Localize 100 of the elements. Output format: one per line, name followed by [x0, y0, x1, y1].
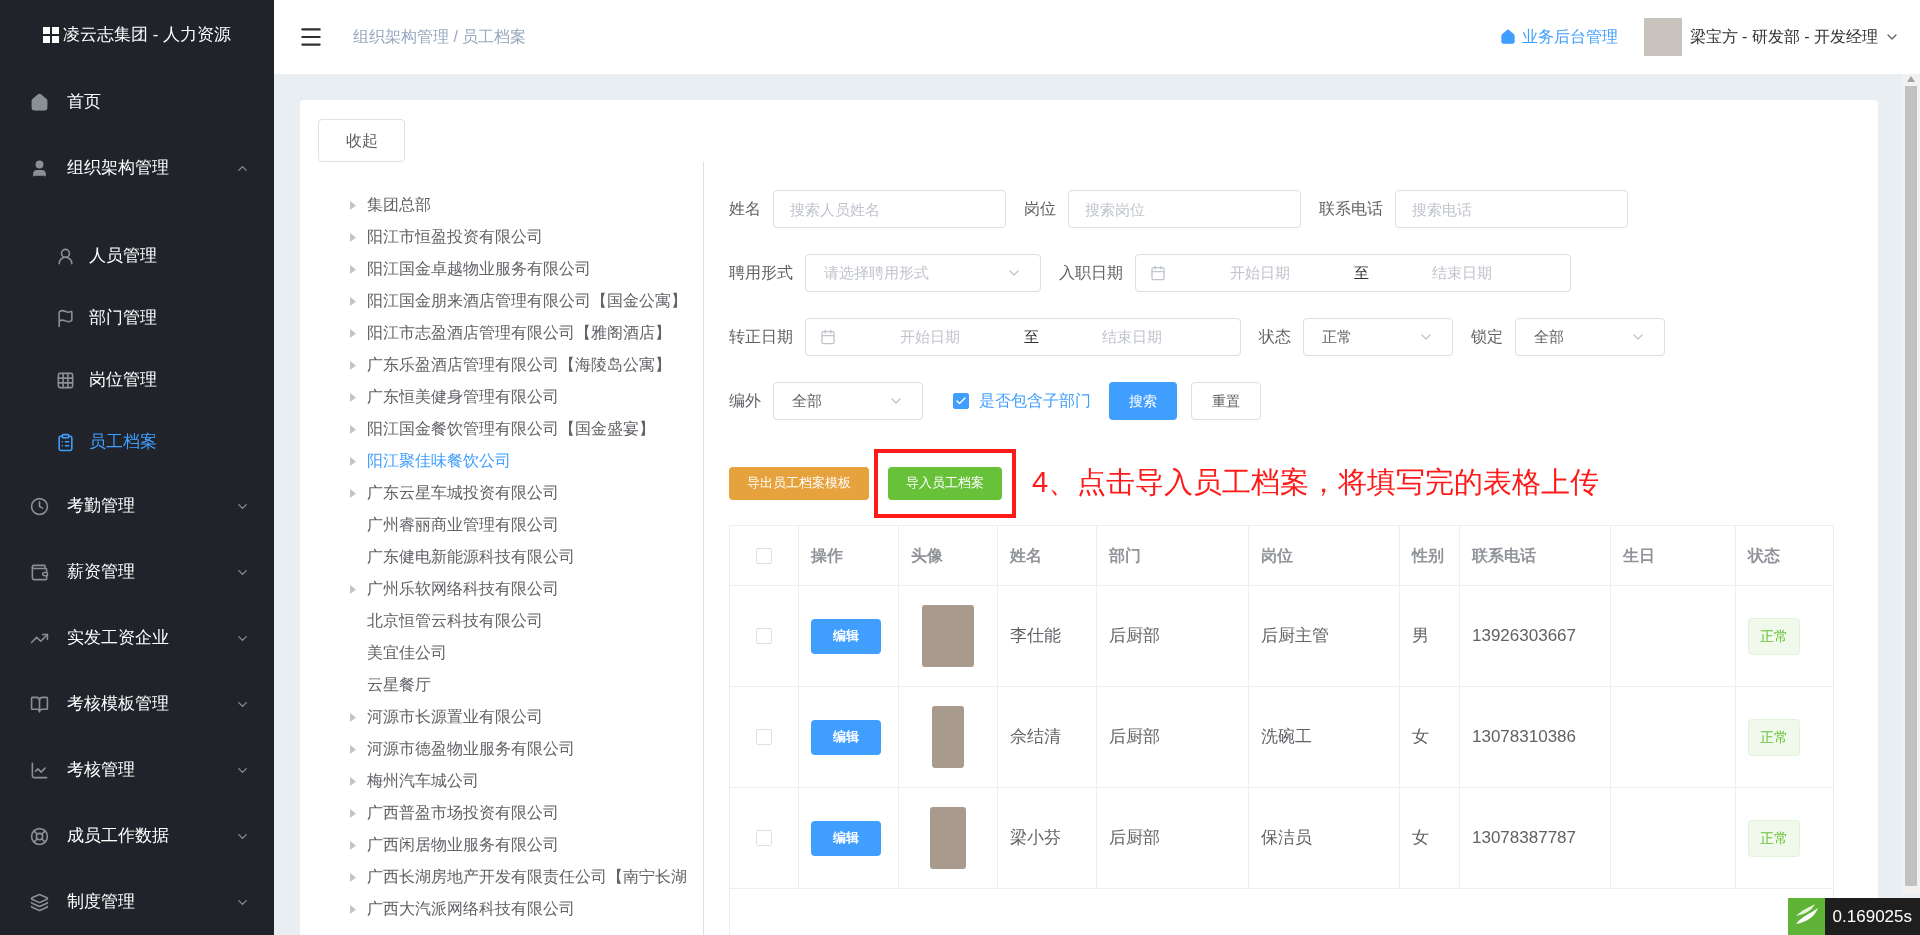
photo-placeholder — [930, 807, 966, 869]
table-cell-text: 13926303667 — [1472, 625, 1576, 648]
tree-item[interactable]: 广西闲居物业服务有限公司 — [350, 829, 703, 861]
field-label: 编外 — [729, 391, 761, 411]
sidebar-item[interactable]: 组织架构管理 — [0, 135, 274, 201]
tree-item[interactable]: 广州睿丽商业管理有限公司 — [350, 509, 703, 541]
select-field[interactable]: 全部 — [1515, 318, 1665, 356]
photo-placeholder — [932, 706, 964, 768]
timing-badge: 0.169025s — [1787, 898, 1920, 935]
sidebar-item[interactable]: 考核模板管理 — [0, 671, 274, 737]
column-header: 岗位 — [1261, 545, 1293, 566]
column-header: 状态 — [1748, 545, 1780, 566]
check-icon — [955, 395, 967, 407]
table-cell-text: 李仕能 — [1010, 625, 1061, 648]
field-label: 姓名 — [729, 199, 761, 219]
text-field[interactable]: 搜索岗位 — [1068, 190, 1301, 228]
table-cell-text: 后厨部 — [1109, 625, 1160, 648]
flag-icon — [56, 308, 75, 328]
sidebar-item[interactable]: 薪资管理 — [0, 539, 274, 605]
column-header: 头像 — [911, 545, 943, 566]
field-label: 锁定 — [1471, 327, 1503, 347]
annotation-text: 4、点击导入员工档案，将填写完的表格上传 — [1032, 465, 1600, 501]
sidebar-subitem[interactable]: 岗位管理 — [0, 349, 274, 411]
user-outline-icon — [56, 246, 75, 266]
field-label: 状态 — [1259, 327, 1291, 347]
column-header: 部门 — [1109, 545, 1141, 566]
checkbox[interactable] — [953, 393, 969, 409]
scrollbar[interactable] — [1902, 74, 1920, 894]
tree-item[interactable]: 阳江市志盈酒店管理有限公司【雅阁酒店】 — [350, 317, 703, 349]
home-icon — [1499, 29, 1516, 45]
grid-icon — [56, 370, 75, 390]
table-cell-text: 女 — [1412, 726, 1429, 749]
collapse-button[interactable]: 收起 — [318, 119, 405, 162]
sidebar-item[interactable]: 考核管理 — [0, 737, 274, 803]
layers-icon — [30, 892, 49, 912]
text-field[interactable]: 搜索电话 — [1395, 190, 1628, 228]
sidebar-item[interactable]: 成员工作数据 — [0, 803, 274, 869]
tree-item[interactable]: 北京恒管云科技有限公司 — [350, 605, 703, 637]
tree-item[interactable]: 广东恒美健身管理有限公司 — [350, 381, 703, 413]
tree-item[interactable]: 河源市德盈物业服务有限公司 — [350, 733, 703, 765]
sidebar-item[interactable]: 实发工资企业 — [0, 605, 274, 671]
tree-item[interactable]: 云星餐厅 — [350, 669, 703, 701]
tree-item[interactable]: 阳江国金朋来酒店管理有限公司【国金公寓】 — [350, 285, 703, 317]
tree-item[interactable]: 阳江国金卓越物业服务有限公司 — [350, 253, 703, 285]
wallet-icon — [30, 562, 49, 582]
table-cell-text: 后厨部 — [1109, 827, 1160, 850]
sidebar-item[interactable]: 考勤管理 — [0, 473, 274, 539]
photo-placeholder — [922, 605, 974, 667]
tree-item[interactable]: 广西长湖房地产开发有限责任公司【南宁长湖 — [350, 861, 703, 893]
lifebuoy-icon — [30, 826, 49, 846]
table-cell-text: 男 — [1412, 625, 1429, 648]
tree-item[interactable]: 广东健电新能源科技有限公司 — [350, 541, 703, 573]
sidebar-subitem[interactable]: 人员管理 — [0, 225, 274, 287]
scroll-up-icon — [1907, 76, 1915, 82]
tree-item[interactable]: 阳江国金餐饮管理有限公司【国金盛宴】 — [350, 413, 703, 445]
filter-button[interactable]: 重置 — [1191, 382, 1261, 420]
app-title: 凌云志集团 - 人力资源 — [62, 23, 232, 46]
field-label: 联系电话 — [1319, 199, 1383, 219]
sidebar-subitem[interactable]: 员工档案 — [0, 411, 274, 473]
tree-item[interactable]: 广西大汽派网络科技有限公司 — [350, 893, 703, 925]
tree-item[interactable]: 广东乐盈酒店管理有限公司【海陵岛公寓】 — [350, 349, 703, 381]
table-cell-text: 洗碗工 — [1261, 726, 1312, 749]
line-chart-icon — [30, 760, 49, 780]
date-range-field[interactable]: 开始日期 至 结束日期 — [1135, 254, 1571, 292]
column-header: 联系电话 — [1472, 545, 1536, 566]
user-icon — [30, 158, 49, 178]
tree-item[interactable]: 美宜佳公司 — [350, 637, 703, 669]
tree-item[interactable]: 广西普盈市场投资有限公司 — [350, 797, 703, 829]
calendar-icon — [820, 329, 836, 345]
column-header: 操作 — [811, 545, 843, 566]
breadcrumb: 组织架构管理 / 员工档案 — [353, 27, 527, 47]
table-cell-text: 佘结清 — [1010, 726, 1061, 749]
field-label: 岗位 — [1024, 199, 1056, 219]
status-tag: 正常 — [1748, 617, 1800, 655]
clipboard-icon — [56, 432, 75, 452]
status-tag: 正常 — [1748, 718, 1800, 756]
tree-item[interactable]: 集团总部 — [350, 189, 703, 221]
tree-item[interactable]: 广东云星车城投资有限公司 — [350, 477, 703, 509]
select-field[interactable]: 正常 — [1303, 318, 1453, 356]
tree-item[interactable]: 梅州汽车城公司 — [350, 765, 703, 797]
tree-item[interactable]: 河源市长源置业有限公司 — [350, 701, 703, 733]
column-header: 姓名 — [1010, 545, 1042, 566]
tree-item[interactable]: 广州乐软网络科技有限公司 — [350, 573, 703, 605]
table-cell-text: 保洁员 — [1261, 827, 1312, 850]
table-cell-text: 后厨主管 — [1261, 625, 1329, 648]
user-menu[interactable]: 梁宝方 - 研发部 - 开发经理 — [1689, 25, 1900, 49]
sidebar-item[interactable]: 首页 — [0, 69, 274, 135]
home-icon — [30, 92, 49, 112]
calendar-icon — [1150, 265, 1166, 281]
table-cell-text: 梁小芬 — [1010, 827, 1061, 850]
sidebar-item[interactable]: 制度管理 — [0, 869, 274, 935]
text-field[interactable]: 搜索人员姓名 — [773, 190, 1006, 228]
book-icon — [30, 694, 49, 714]
select-field[interactable]: 全部 — [773, 382, 923, 420]
table-cell-text: 女 — [1412, 827, 1429, 850]
tree-item[interactable]: 阳江市恒盈投资有限公司 — [350, 221, 703, 253]
field-label: 入职日期 — [1059, 263, 1123, 283]
clock-icon — [30, 496, 49, 516]
date-range-field[interactable]: 开始日期 至 结束日期 — [805, 318, 1241, 356]
sidebar-subitem[interactable]: 部门管理 — [0, 287, 274, 349]
